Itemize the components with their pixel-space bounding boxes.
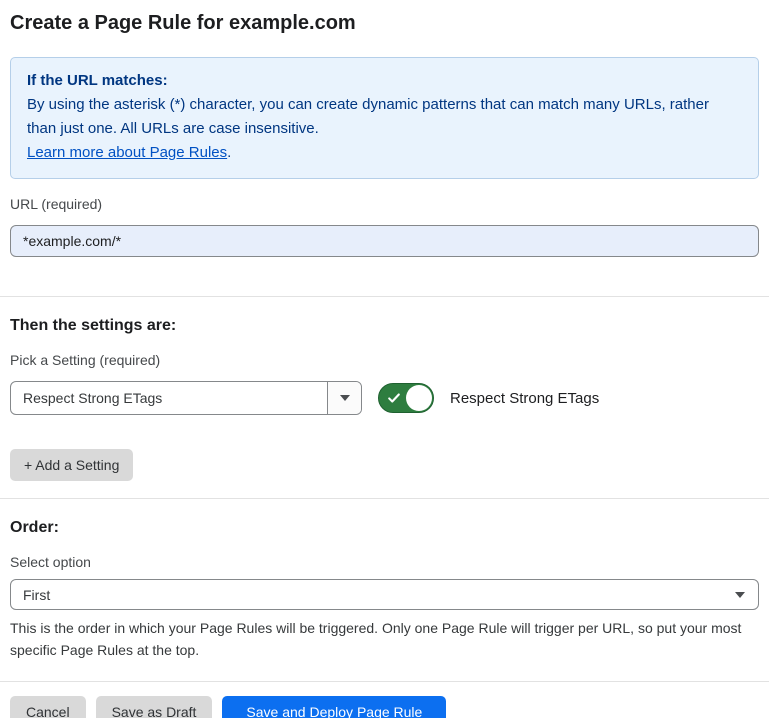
toggle-label: Respect Strong ETags (450, 390, 599, 407)
order-select-label: Select option (10, 555, 759, 570)
footer-actions: Cancel Save as Draft Save and Deploy Pag… (10, 696, 759, 718)
info-body-text: By using the asterisk (*) character, you… (27, 93, 742, 141)
link-suffix: . (227, 144, 231, 161)
info-link-line: Learn more about Page Rules. (27, 141, 742, 165)
order-select-value: First (23, 587, 50, 603)
toggle-knob (406, 385, 432, 411)
order-description: This is the order in which your Page Rul… (10, 617, 759, 661)
cancel-button[interactable]: Cancel (10, 696, 86, 718)
info-heading: If the URL matches: (27, 69, 742, 93)
order-section-heading: Order: (10, 499, 759, 537)
setting-row: Respect Strong ETags Respect Strong ETag… (10, 381, 759, 415)
setting-select[interactable]: Respect Strong ETags (10, 381, 362, 415)
footer-divider (0, 681, 769, 682)
page-rule-form: Create a Page Rule for example.com If th… (0, 0, 769, 718)
respect-strong-etags-toggle[interactable] (378, 383, 434, 413)
settings-section-heading: Then the settings are: (10, 297, 759, 335)
save-and-deploy-button[interactable]: Save and Deploy Page Rule (222, 696, 446, 718)
chevron-down-icon (735, 592, 745, 598)
add-setting-button[interactable]: + Add a Setting (10, 449, 133, 481)
learn-more-link[interactable]: Learn more about Page Rules (27, 144, 227, 161)
order-select[interactable]: First (10, 579, 759, 610)
check-icon (387, 391, 401, 405)
url-field-label: URL (required) (10, 197, 759, 212)
pick-setting-label: Pick a Setting (required) (10, 353, 759, 368)
setting-select-arrow-button[interactable] (327, 382, 361, 414)
setting-select-value: Respect Strong ETags (11, 382, 327, 414)
save-as-draft-button[interactable]: Save as Draft (96, 696, 213, 718)
url-input[interactable] (10, 225, 759, 257)
url-match-info-callout: If the URL matches: By using the asteris… (10, 57, 759, 179)
page-title: Create a Page Rule for example.com (10, 0, 759, 35)
chevron-down-icon (340, 395, 350, 401)
